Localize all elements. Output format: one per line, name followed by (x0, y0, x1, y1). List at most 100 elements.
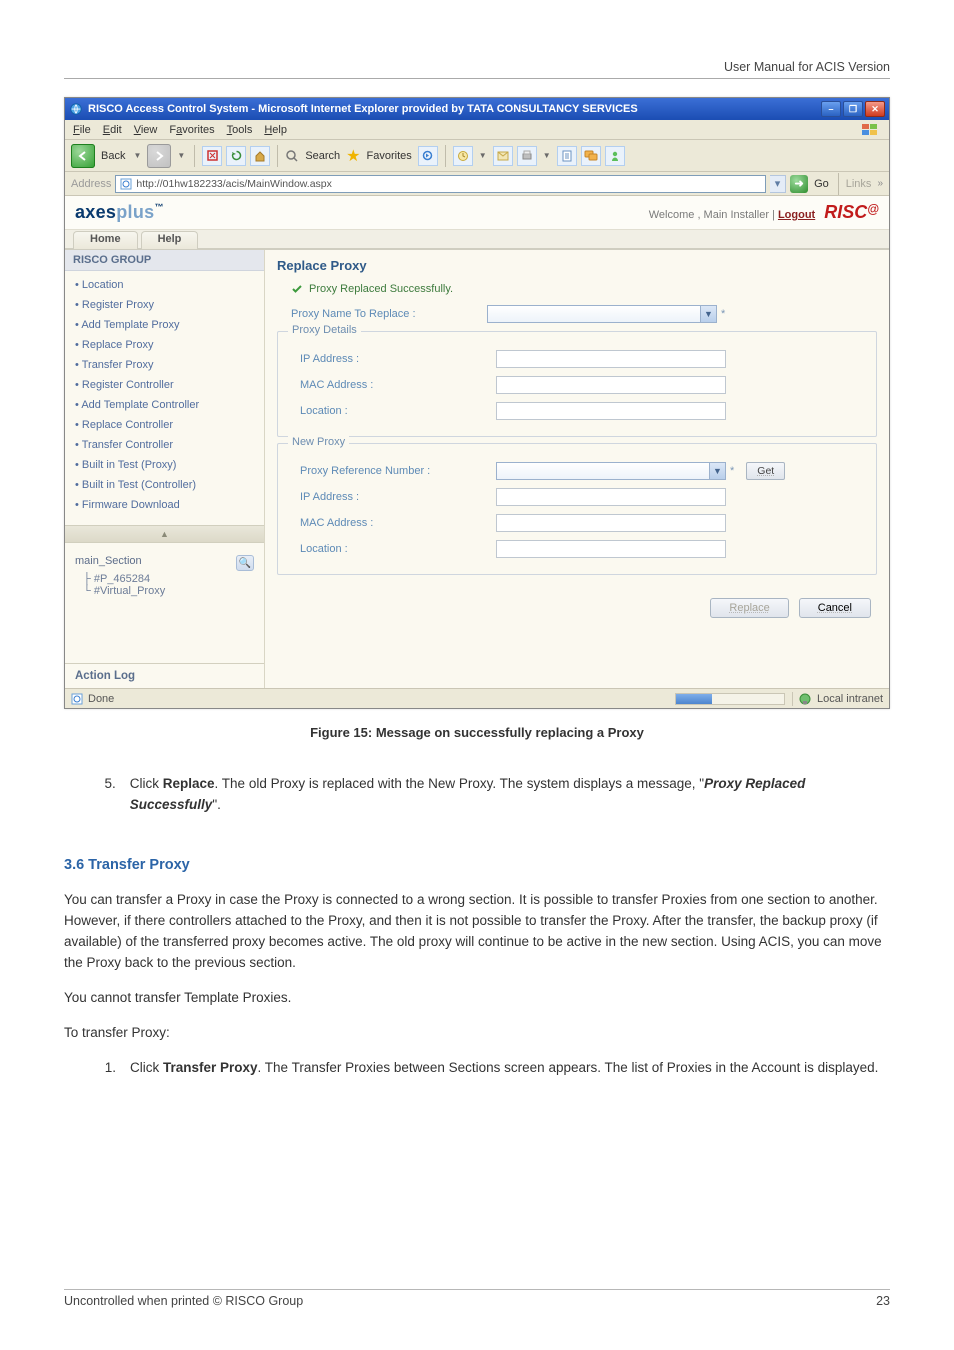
ie-toolbar: Back ▼ ▼ Search ★ Favorites ▼ ▼ (65, 140, 889, 172)
forward-button[interactable] (147, 144, 171, 168)
sidebar-item-bit-proxy[interactable]: Built in Test (Proxy) (65, 455, 264, 475)
back-dropdown-icon[interactable]: ▼ (131, 151, 143, 160)
back-button[interactable] (71, 144, 95, 168)
refresh-button[interactable] (226, 146, 246, 166)
cancel-button[interactable]: Cancel (799, 598, 871, 618)
minimize-button[interactable]: – (821, 101, 841, 117)
sidebar-item-replace-controller[interactable]: Replace Controller (65, 415, 264, 435)
section-para-3: To transfer Proxy: (64, 1023, 890, 1044)
logout-link[interactable]: Logout (778, 209, 815, 221)
messenger-button[interactable] (605, 146, 625, 166)
chevron-down-icon: ▼ (700, 306, 716, 322)
sidebar: RISCO GROUP Location Register Proxy Add … (65, 250, 265, 688)
ie-statusbar: Done Local intranet (65, 688, 889, 708)
home-button[interactable] (250, 146, 270, 166)
replace-name-select[interactable]: ▼ (487, 305, 717, 323)
main-panel: Replace Proxy Proxy Replaced Successfull… (265, 250, 889, 688)
media-button[interactable] (418, 146, 438, 166)
tree-zoom-icon[interactable]: 🔍 (236, 555, 254, 571)
menu-edit[interactable]: Edit (103, 124, 122, 136)
stop-button[interactable] (202, 146, 222, 166)
ie-icon (69, 102, 83, 116)
forward-dropdown-icon[interactable]: ▼ (175, 151, 187, 160)
panel-title: Replace Proxy (277, 258, 877, 273)
menu-help[interactable]: Help (264, 124, 287, 136)
menu-view[interactable]: View (134, 124, 158, 136)
favorites-label[interactable]: Favorites (365, 150, 414, 162)
replace-name-label: Proxy Name To Replace : (277, 308, 457, 320)
mac-input-1[interactable] (496, 376, 726, 394)
ip-input-1[interactable] (496, 350, 726, 368)
mac-label-2: MAC Address : (286, 517, 466, 529)
ref-label: Proxy Reference Number : (286, 465, 466, 477)
search-icon (285, 149, 299, 163)
status-progress (675, 693, 785, 705)
loc-input-1[interactable] (496, 402, 726, 420)
page-header: User Manual for ACIS Version (64, 60, 890, 79)
page-footer: Uncontrolled when printed © RISCO Group … (64, 1289, 890, 1308)
sidebar-collapse-icon[interactable]: ▲ (65, 525, 264, 543)
address-input[interactable]: http://01hw182233/acis/MainWindow.aspx (115, 175, 766, 193)
tab-home[interactable]: Home (73, 231, 138, 249)
sidebar-item-register-controller[interactable]: Register Controller (65, 375, 264, 395)
print-dropdown-icon[interactable]: ▼ (541, 151, 553, 160)
close-button[interactable]: ✕ (865, 101, 885, 117)
ref-select[interactable]: ▼ (496, 462, 726, 480)
sidebar-item-transfer-controller[interactable]: Transfer Controller (65, 435, 264, 455)
go-label: Go (812, 178, 831, 190)
history-dropdown-icon[interactable]: ▼ (477, 151, 489, 160)
maximize-button[interactable]: ❐ (843, 101, 863, 117)
ip-input-2[interactable] (496, 488, 726, 506)
tree-root[interactable]: main_Section 🔍 (75, 555, 254, 567)
mail-button[interactable] (493, 146, 513, 166)
section-para-1: You can transfer a Proxy in case the Pro… (64, 890, 890, 974)
proxy-details-box: Proxy Details IP Address : MAC Address :… (277, 331, 877, 437)
sidebar-item-firmware[interactable]: Firmware Download (65, 495, 264, 515)
step-5: 5. Click Replace. The old Proxy is repla… (98, 774, 890, 816)
section-heading: 3.6 Transfer Proxy (64, 854, 890, 876)
address-dropdown-icon[interactable]: ▾ (770, 175, 786, 193)
success-message: Proxy Replaced Successfully. (291, 283, 877, 295)
ip-label-2: IP Address : (286, 491, 466, 503)
favorites-icon: ★ (346, 146, 360, 166)
discuss-button[interactable] (581, 146, 601, 166)
app-header: axesplus™ Welcome , Main Installer | Log… (65, 196, 889, 230)
action-log-header[interactable]: Action Log (65, 663, 264, 688)
footer-left: Uncontrolled when printed © RISCO Group (64, 1294, 303, 1308)
ie-window: RISCO Access Control System - Microsoft … (64, 97, 890, 709)
address-url: http://01hw182233/acis/MainWindow.aspx (136, 178, 332, 190)
go-button[interactable]: ➜ (790, 175, 808, 193)
sidebar-item-register-proxy[interactable]: Register Proxy (65, 295, 264, 315)
sidebar-item-add-template-controller[interactable]: Add Template Controller (65, 395, 264, 415)
sidebar-item-bit-controller[interactable]: Built in Test (Controller) (65, 475, 264, 495)
links-chevron-icon[interactable]: » (875, 178, 883, 189)
app-tabs: Home Help (65, 230, 889, 250)
chevron-down-icon: ▼ (709, 463, 725, 479)
sidebar-item-replace-proxy[interactable]: Replace Proxy (65, 335, 264, 355)
tree-child-2[interactable]: └ #Virtual_Proxy (75, 585, 254, 597)
menu-favorites[interactable]: Favorites (169, 124, 214, 136)
required-asterisk: * (721, 308, 725, 320)
history-button[interactable] (453, 146, 473, 166)
search-label[interactable]: Search (303, 150, 342, 162)
menu-file[interactable]: File (73, 124, 91, 136)
risco-logo: RISC@ (824, 202, 879, 222)
status-text: Done (88, 693, 114, 705)
get-button[interactable]: Get (746, 462, 785, 480)
mac-input-2[interactable] (496, 514, 726, 532)
tree-child-1[interactable]: ├ #P_465284 (75, 573, 254, 585)
sidebar-item-add-template-proxy[interactable]: Add Template Proxy (65, 315, 264, 335)
welcome-text: Welcome , Main Installer | Logout RISC@ (649, 202, 879, 223)
links-label[interactable]: Links (846, 178, 872, 190)
print-button[interactable] (517, 146, 537, 166)
replace-button[interactable]: Replace (710, 598, 788, 618)
loc-input-2[interactable] (496, 540, 726, 558)
sidebar-item-transfer-proxy[interactable]: Transfer Proxy (65, 355, 264, 375)
menu-tools[interactable]: Tools (227, 124, 253, 136)
sidebar-item-location[interactable]: Location (65, 275, 264, 295)
brand-logo: axesplus™ (75, 202, 164, 223)
zone-text: Local intranet (817, 693, 883, 705)
window-title: RISCO Access Control System - Microsoft … (88, 103, 638, 115)
edit-button[interactable] (557, 146, 577, 166)
tab-help[interactable]: Help (141, 231, 199, 249)
